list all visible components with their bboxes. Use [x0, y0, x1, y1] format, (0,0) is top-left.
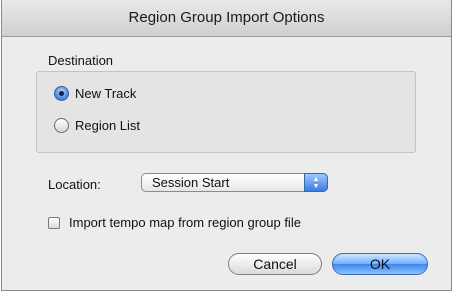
radio-new-track[interactable]: New Track: [54, 86, 136, 101]
ok-button[interactable]: OK: [332, 253, 428, 275]
location-label: Location:: [48, 177, 101, 192]
destination-group: [36, 71, 416, 153]
radio-new-track-label: New Track: [75, 86, 137, 101]
radio-region-list[interactable]: Region List: [54, 118, 140, 133]
import-tempo-row[interactable]: Import tempo map from region group file: [48, 215, 301, 230]
radio-unselected-icon[interactable]: [54, 118, 69, 133]
destination-label: Destination: [48, 53, 114, 68]
import-tempo-label: Import tempo map from region group file: [69, 215, 301, 230]
radio-region-list-label: Region List: [75, 118, 141, 133]
window-title: Region Group Import Options: [2, 0, 451, 37]
cancel-button[interactable]: Cancel: [228, 253, 322, 275]
location-select[interactable]: Session Start ▲ ▼: [141, 173, 328, 192]
import-tempo-checkbox[interactable]: [48, 216, 60, 229]
dialog-window: Region Group Import Options Destination …: [1, 0, 452, 291]
select-arrows-icon: ▲ ▼: [304, 173, 328, 192]
radio-selected-icon[interactable]: [54, 86, 69, 101]
location-select-value: Session Start: [152, 175, 230, 190]
